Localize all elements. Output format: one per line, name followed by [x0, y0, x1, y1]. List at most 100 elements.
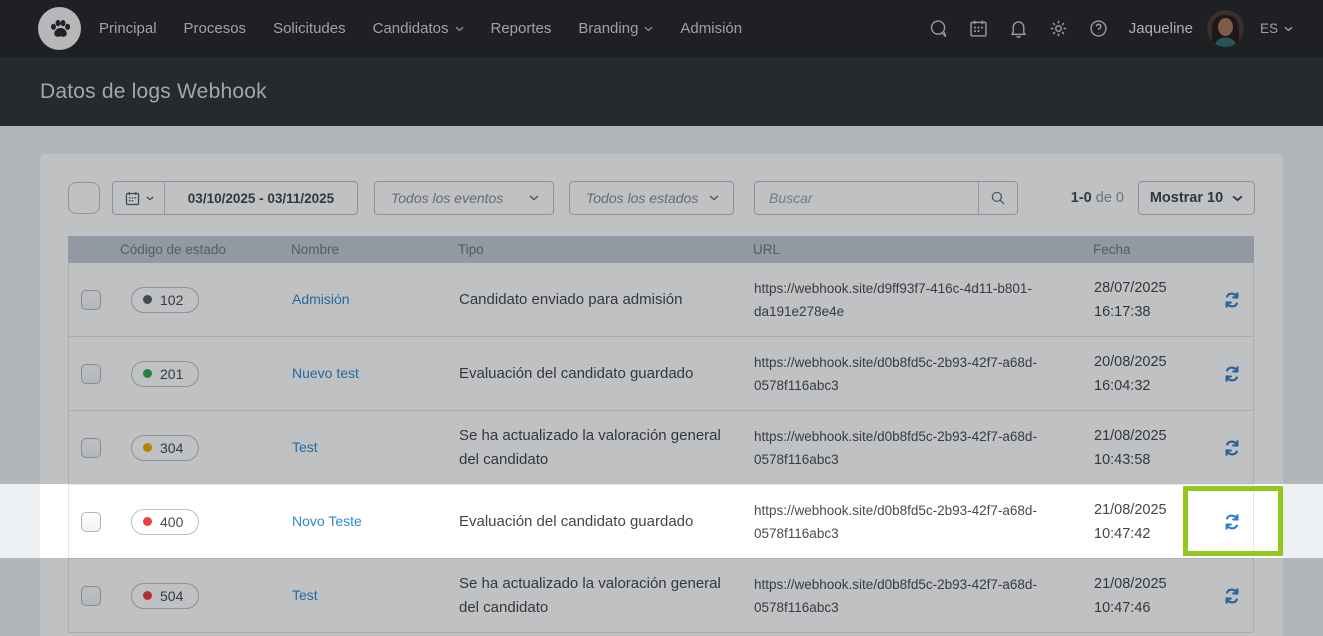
calendar-icon[interactable]	[968, 18, 989, 39]
webhook-name-link[interactable]: Test	[284, 439, 318, 455]
nav-item-label: Principal	[99, 20, 157, 37]
pagination-of: de 0	[1096, 190, 1124, 206]
event-type: Se ha actualizado la valoración general …	[451, 572, 746, 620]
refresh-icon	[1221, 585, 1243, 607]
event-type: Evaluación del candidato guardado	[451, 362, 746, 386]
table-header: Código de estado Nombre Tipo URL Fecha	[68, 236, 1254, 263]
states-filter-value: Todos los estados	[586, 190, 698, 206]
nav-item-solicitudes[interactable]: Solicitudes	[273, 20, 346, 37]
event-type: Evaluación del candidato guardado	[451, 510, 746, 534]
status-dot	[143, 591, 152, 600]
refresh-icon	[1221, 511, 1243, 533]
date-range-picker[interactable]: 03/10/2025 - 03/11/2025	[112, 181, 358, 215]
nav-item-candidatos[interactable]: Candidatos	[373, 20, 464, 37]
pagination-range: 1-0	[1071, 190, 1092, 206]
nav-item-procesos[interactable]: Procesos	[184, 20, 247, 37]
events-filter-dropdown[interactable]: Todos los eventos	[374, 181, 554, 215]
nav-item-reportes[interactable]: Reportes	[491, 20, 552, 37]
webhook-url: https://webhook.site/d0b8fd5c-2b93-42f7-…	[746, 425, 1086, 471]
table-row: 504 Test Se ha actualizado la valoración…	[69, 559, 1253, 633]
webhook-logs-card: 03/10/2025 - 03/11/2025 Todos los evento…	[40, 154, 1283, 636]
row-checkbox[interactable]	[81, 438, 101, 458]
help-icon[interactable]	[1088, 18, 1109, 39]
nav-item-label: Admisión	[680, 20, 742, 37]
table-row: 304 Test Se ha actualizado la valoración…	[69, 411, 1253, 485]
nav-item-admision[interactable]: Admisión	[680, 20, 742, 37]
row-checkbox[interactable]	[81, 586, 101, 606]
status-badge: 400	[131, 509, 199, 535]
webhook-url: https://webhook.site/d9ff93f7-416c-4d11-…	[746, 277, 1086, 323]
chevron-down-icon	[455, 26, 464, 32]
status-code: 400	[160, 514, 183, 530]
refresh-icon	[1221, 437, 1243, 459]
show-per-page-button[interactable]: Mostrar 10	[1138, 181, 1255, 215]
column-header-url: URL	[745, 242, 1085, 257]
resend-webhook-button[interactable]	[1219, 361, 1245, 387]
app-logo-paw-icon[interactable]	[38, 7, 81, 50]
webhook-url: https://webhook.site/d0b8fd5c-2b93-42f7-…	[746, 499, 1086, 545]
chevron-down-icon	[709, 195, 719, 201]
status-code: 102	[160, 292, 183, 308]
table-row: 201 Nuevo test Evaluación del candidato …	[69, 337, 1253, 411]
event-type: Candidato enviado para admisión	[451, 288, 746, 312]
log-time: 16:17:38	[1094, 304, 1150, 320]
page-header: Datos de logs Webhook	[0, 57, 1323, 126]
status-badge: 304	[131, 435, 199, 461]
status-badge: 504	[131, 583, 199, 609]
chevron-down-icon	[529, 195, 539, 201]
calendar-toggle[interactable]	[113, 182, 165, 214]
column-header-status: Código de estado	[112, 242, 283, 257]
select-all-checkbox[interactable]	[68, 182, 100, 214]
refresh-icon	[1221, 363, 1243, 385]
row-checkbox[interactable]	[81, 290, 101, 310]
log-date: 21/08/2025	[1094, 502, 1167, 518]
gear-icon[interactable]	[1048, 18, 1069, 39]
bell-icon[interactable]	[1008, 18, 1029, 39]
resend-webhook-button[interactable]	[1219, 583, 1245, 609]
column-header-name: Nombre	[283, 242, 450, 257]
chat-icon[interactable]	[928, 18, 949, 39]
states-filter-dropdown[interactable]: Todos los estados	[569, 181, 734, 215]
column-header-type: Tipo	[450, 242, 745, 257]
nav-item-branding[interactable]: Branding	[578, 20, 653, 37]
search-input[interactable]	[755, 182, 978, 214]
language-selector[interactable]: ES	[1260, 21, 1293, 36]
webhook-name-link[interactable]: Nuevo test	[284, 365, 359, 381]
resend-webhook-button[interactable]	[1219, 509, 1245, 535]
status-dot	[143, 517, 152, 526]
log-date: 20/08/2025	[1094, 354, 1167, 370]
date-range-value[interactable]: 03/10/2025 - 03/11/2025	[165, 182, 357, 214]
page-title: Datos de logs Webhook	[40, 80, 267, 104]
webhook-name-link[interactable]: Novo Teste	[284, 513, 362, 529]
resend-webhook-button[interactable]	[1219, 435, 1245, 461]
row-checkbox[interactable]	[81, 512, 101, 532]
nav-items: Principal Procesos Solicitudes Candidatos Re…	[99, 20, 742, 37]
avatar[interactable]	[1207, 10, 1244, 47]
search-box	[754, 181, 1018, 215]
calendar-icon	[124, 190, 141, 207]
top-navbar: Principal Procesos Solicitudes Candidatos Re…	[0, 0, 1323, 57]
status-badge: 201	[131, 361, 199, 387]
row-checkbox[interactable]	[81, 364, 101, 384]
webhook-name-link[interactable]: Test	[284, 587, 318, 603]
language-label: ES	[1260, 21, 1278, 36]
chevron-down-icon	[1232, 195, 1243, 202]
chevron-down-icon	[146, 196, 154, 201]
status-code: 201	[160, 366, 183, 382]
log-date: 21/08/2025	[1094, 428, 1167, 444]
table-row: 102 Admisión Candidato enviado para admi…	[69, 263, 1253, 337]
table-row-highlighted: 400 Novo Teste Evaluación del candidato …	[69, 485, 1253, 559]
show-per-page-label: Mostrar 10	[1150, 190, 1223, 206]
nav-item-principal[interactable]: Principal	[99, 20, 157, 37]
search-button[interactable]	[978, 182, 1017, 214]
webhook-url: https://webhook.site/d0b8fd5c-2b93-42f7-…	[746, 573, 1086, 619]
column-header-date: Fecha	[1085, 242, 1208, 257]
webhook-logs-table: Código de estado Nombre Tipo URL Fecha 1…	[68, 236, 1254, 633]
user-name[interactable]: Jaqueline	[1129, 20, 1193, 37]
nav-item-label: Branding	[578, 20, 638, 37]
webhook-url: https://webhook.site/d0b8fd5c-2b93-42f7-…	[746, 351, 1086, 397]
log-time: 10:47:42	[1094, 526, 1150, 542]
webhook-name-link[interactable]: Admisión	[284, 291, 350, 307]
resend-webhook-button[interactable]	[1219, 287, 1245, 313]
nav-item-label: Solicitudes	[273, 20, 346, 37]
